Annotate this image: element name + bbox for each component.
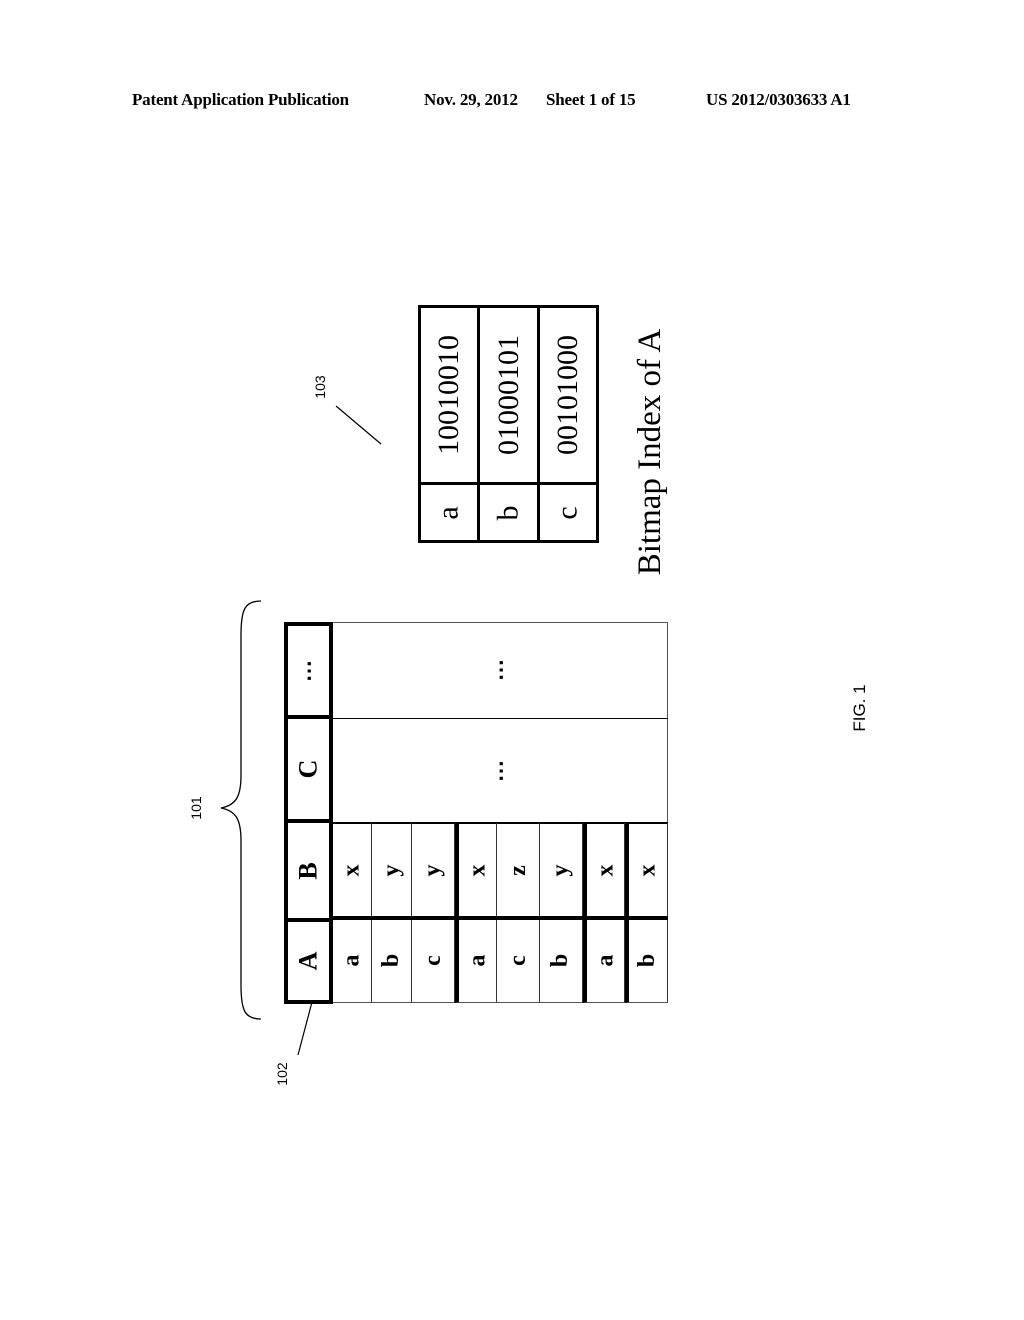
bitmap-key-cell: b [477, 482, 540, 543]
cell-value: c [419, 954, 446, 966]
table-cell-b-4: x [455, 823, 497, 918]
bitmap-key: c [550, 505, 584, 520]
cell-value: z [504, 864, 531, 876]
column-header-c: C [284, 715, 333, 823]
bitmap-bits-cell: 00101000 [537, 305, 599, 485]
ref-103-label: 103 [312, 375, 328, 399]
cell-value: x [592, 864, 618, 876]
figure-caption: FIG. 1 [850, 684, 869, 732]
bitmap-key: a [431, 505, 465, 520]
cell-value: x [338, 864, 365, 876]
bitmap-bits: 01000101 [491, 335, 525, 455]
table-cell-a-4: a [455, 918, 497, 1003]
leader-line-102 [297, 1001, 313, 1056]
bitmap-bits: 10010010 [432, 335, 465, 455]
cell-value: b [547, 953, 574, 967]
cell-value: c [504, 954, 531, 966]
column-more-values: ⋯ [487, 659, 513, 681]
table-cell-b-7: x [583, 823, 625, 918]
cell-value: x [464, 864, 490, 876]
bitmap-key-cell: a [418, 482, 480, 543]
column-header-a: A [284, 918, 333, 1004]
table-cell-b-5: z [497, 823, 540, 918]
publication-label: Patent Application Publication [132, 90, 349, 109]
table-cell-a-8: b [625, 918, 668, 1003]
bitmap-key-cell: c [537, 482, 599, 543]
table-cell-b-6: y [540, 823, 583, 918]
ref-101-label: 101 [188, 796, 204, 820]
table-cell-b-2: y [372, 823, 412, 918]
table-cell-b-3: y [412, 823, 455, 918]
column-header-b: B [284, 819, 333, 922]
table-cell-a-3: c [412, 918, 455, 1003]
table-cell-a-1: a [333, 918, 372, 1003]
cell-value: b [634, 953, 661, 967]
bitmap-bits: 00101000 [551, 335, 584, 455]
publication-date: Nov. 29, 2012 [424, 90, 518, 109]
leader-line-103 [335, 405, 382, 445]
table-cell-a-2: b [372, 918, 412, 1003]
cell-value: y [378, 864, 404, 876]
cell-value: a [464, 954, 490, 966]
cell-value: x [634, 864, 661, 876]
cell-value: y [419, 864, 446, 876]
bitmap-bits-cell: 10010010 [418, 305, 480, 485]
table-cell-a-7: a [583, 918, 625, 1003]
ref-102-label: 102 [274, 1062, 290, 1086]
cell-value: a [592, 954, 618, 966]
cell-value: b [377, 953, 404, 967]
bitmap-bits-cell: 01000101 [477, 305, 540, 485]
cell-value: a [338, 954, 365, 966]
sheet-number: Sheet 1 of 15 [546, 90, 636, 109]
brace-icon [220, 600, 262, 1020]
cell-value: y [547, 864, 574, 876]
table-cell-b-1: x [333, 823, 372, 918]
column-c-values: ⋯ [487, 759, 513, 782]
bitmap-index-title: Bitmap Index of A [631, 328, 668, 576]
column-header-more: ⋯ [284, 622, 333, 719]
row-divider-thick [333, 916, 668, 920]
table-cell-a-6: b [540, 918, 583, 1003]
table-cell-b-8: x [625, 823, 668, 918]
bitmap-key: b [491, 505, 525, 520]
table-cell-a-5: c [497, 918, 540, 1003]
patent-number: US 2012/0303633 A1 [706, 90, 851, 109]
